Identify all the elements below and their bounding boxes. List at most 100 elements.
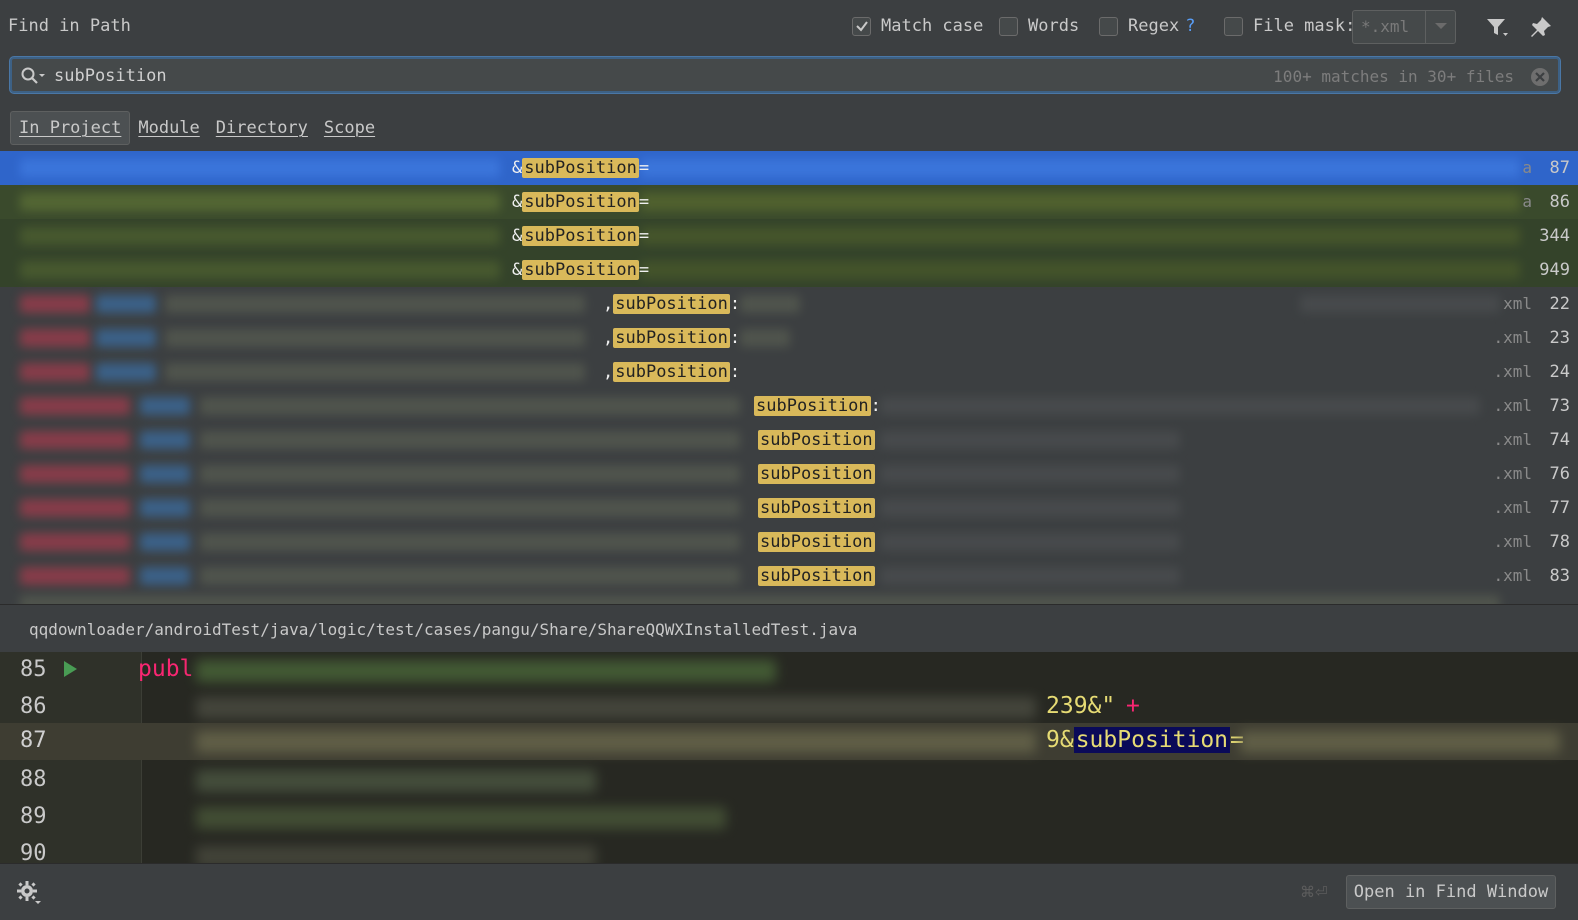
code-keyword: publ bbox=[138, 656, 194, 682]
scope-tab-scope[interactable]: Scope bbox=[316, 111, 383, 145]
result-line-number: 22 bbox=[1549, 294, 1570, 314]
regex-option[interactable]: Regex ? bbox=[1099, 15, 1195, 37]
match-case-option[interactable]: Match case bbox=[852, 15, 983, 37]
search-icon[interactable] bbox=[20, 66, 46, 86]
blurred-code bbox=[96, 329, 156, 347]
match-snippet: subPosition bbox=[758, 566, 875, 586]
blurred-code bbox=[640, 159, 1520, 177]
file-mask-input[interactable]: *.xml bbox=[1361, 17, 1409, 36]
words-checkbox[interactable] bbox=[999, 16, 1018, 36]
table-row[interactable]: & subPosition = 344 bbox=[0, 219, 1578, 253]
file-mask-checkbox[interactable] bbox=[1224, 16, 1243, 36]
scope-tab-directory[interactable]: Directory bbox=[208, 111, 316, 145]
table-row[interactable]: subPosition .xml 74 bbox=[0, 423, 1578, 457]
blurred-code bbox=[165, 295, 585, 313]
scope-tab-module[interactable]: Module bbox=[130, 111, 207, 145]
run-gutter-icon[interactable] bbox=[62, 660, 78, 678]
regex-help-link[interactable]: ? bbox=[1185, 16, 1195, 36]
table-row[interactable]: subPosition: .xml 73 bbox=[0, 389, 1578, 423]
clear-search-icon[interactable] bbox=[1530, 67, 1550, 87]
result-row-selected[interactable]: & subPosition = a 87 bbox=[0, 151, 1578, 185]
result-line-number: 86 bbox=[1549, 192, 1570, 212]
blurred-code bbox=[20, 595, 1500, 604]
result-file: .xml bbox=[1493, 430, 1532, 449]
blurred-code bbox=[20, 227, 500, 245]
table-row[interactable]: & subPosition = 949 bbox=[0, 253, 1578, 287]
blurred-code bbox=[140, 533, 190, 551]
dialog-title: Find in Path bbox=[8, 16, 131, 36]
file-mask-divider bbox=[1425, 11, 1426, 43]
table-row[interactable]: subPosition .xml 77 bbox=[0, 491, 1578, 525]
dialog-header: Find in Path Match case Words Regex ? Fi… bbox=[0, 0, 1578, 54]
line-number: 89 bbox=[20, 804, 47, 829]
result-file: a bbox=[1522, 158, 1532, 177]
table-row[interactable]: subPosition .xml 76 bbox=[0, 457, 1578, 491]
code-line: 90 bbox=[0, 836, 1578, 863]
table-row[interactable]: & subPosition = a 86 bbox=[0, 185, 1578, 219]
table-row[interactable]: subPosition .xml 78 bbox=[0, 525, 1578, 559]
blurred-code bbox=[96, 363, 156, 381]
line-number: 86 bbox=[20, 694, 47, 719]
search-input[interactable] bbox=[54, 66, 754, 86]
code-string: 239&" bbox=[1046, 693, 1116, 719]
result-file: .xml bbox=[1493, 532, 1532, 551]
blurred-code bbox=[20, 261, 500, 279]
match-snippet: subPosition bbox=[758, 464, 875, 484]
dialog-footer: ⌘⏎ Open in Find Window bbox=[0, 863, 1578, 920]
match-snippet: & subPosition = bbox=[512, 192, 650, 212]
scope-tab-in-project[interactable]: In Project bbox=[10, 111, 131, 145]
blurred-code bbox=[20, 533, 130, 551]
match-snippet: , subPosition: bbox=[603, 362, 741, 382]
gear-icon[interactable] bbox=[16, 880, 42, 906]
search-field[interactable]: 100+ matches in 30+ files bbox=[10, 57, 1560, 93]
blurred-code bbox=[20, 431, 130, 449]
table-row[interactable]: , subPosition: .xml 24 bbox=[0, 355, 1578, 389]
result-file: .xml bbox=[1493, 362, 1532, 381]
preview-file-path: qqdownloader/androidTest/java/logic/test… bbox=[29, 620, 858, 639]
pin-icon[interactable] bbox=[1528, 14, 1554, 40]
code-line-current: 87 9&subPosition= bbox=[0, 723, 1578, 760]
blurred-code bbox=[20, 329, 90, 347]
blurred-code bbox=[196, 770, 596, 792]
line-number: 88 bbox=[20, 767, 47, 792]
result-line-number: 78 bbox=[1549, 532, 1570, 552]
blurred-code bbox=[140, 499, 190, 517]
match-snippet: & subPosition = bbox=[512, 260, 650, 280]
words-option[interactable]: Words bbox=[999, 15, 1079, 37]
match-snippet: & subPosition = bbox=[512, 226, 650, 246]
match-highlight: subPosition bbox=[1073, 727, 1231, 753]
blurred-code bbox=[880, 397, 1480, 415]
file-mask-option[interactable]: File mask: bbox=[1224, 15, 1355, 37]
match-snippet: , subPosition: bbox=[603, 328, 741, 348]
code-preview[interactable]: 85 publ 86 239&" + 87 9&subPosition= 88 … bbox=[0, 652, 1578, 863]
blurred-code bbox=[200, 465, 740, 483]
blurred-code bbox=[196, 807, 726, 829]
file-mask-combobox[interactable]: *.xml bbox=[1352, 10, 1456, 44]
blurred-code bbox=[20, 295, 90, 313]
result-file: .xml bbox=[1493, 328, 1532, 347]
regex-checkbox[interactable] bbox=[1099, 16, 1118, 36]
result-line-number: 73 bbox=[1549, 396, 1570, 416]
blurred-code bbox=[165, 329, 585, 347]
result-file: a bbox=[1522, 192, 1532, 211]
result-line-number: 87 bbox=[1549, 158, 1570, 178]
match-case-checkbox[interactable] bbox=[852, 16, 871, 36]
blurred-code bbox=[640, 227, 1520, 245]
open-in-find-window-button[interactable]: Open in Find Window bbox=[1346, 875, 1556, 909]
blurred-code bbox=[740, 329, 790, 347]
checkmark-icon bbox=[855, 21, 868, 32]
result-line-number: 77 bbox=[1549, 498, 1570, 518]
blurred-code bbox=[20, 363, 90, 381]
match-snippet: , subPosition: bbox=[603, 294, 741, 314]
table-row[interactable]: , subPosition: xml 22 bbox=[0, 287, 1578, 321]
line-number: 87 bbox=[20, 728, 47, 753]
table-row[interactable]: subPosition .xml 83 bbox=[0, 559, 1578, 593]
chevron-down-icon[interactable] bbox=[1435, 23, 1447, 29]
filter-icon[interactable] bbox=[1484, 14, 1510, 40]
result-line-number: 344 bbox=[1539, 226, 1570, 246]
match-case-label: Match case bbox=[881, 16, 984, 36]
table-row[interactable]: , subPosition: .xml 23 bbox=[0, 321, 1578, 355]
result-file: xml bbox=[1503, 294, 1532, 313]
match-snippet: & subPosition = bbox=[512, 158, 650, 178]
blurred-code bbox=[880, 499, 1180, 517]
